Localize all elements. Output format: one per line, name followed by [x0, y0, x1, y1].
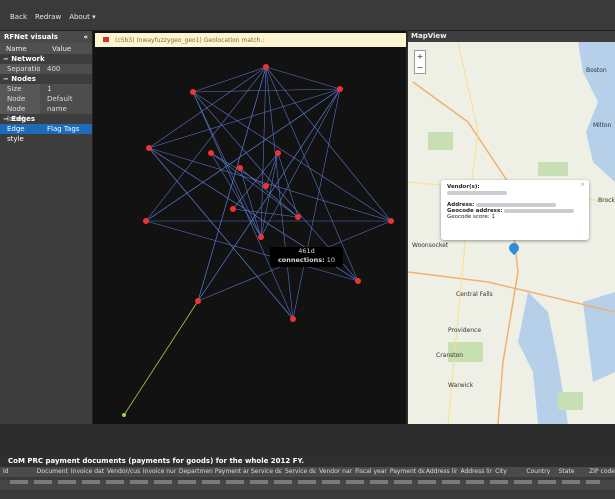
- map-view[interactable]: MapView Boston Milton Brockton Woonsocke…: [408, 31, 615, 424]
- top-toolbar: Back Redraw About ▾: [0, 0, 615, 31]
- col-zip[interactable]: ZIP code: [586, 467, 615, 477]
- table-header: Id Document Invoice dat Vendor/cus Invoi…: [0, 467, 615, 477]
- zoom-in-button[interactable]: +: [415, 51, 425, 62]
- group-network[interactable]: − Network: [0, 54, 92, 64]
- map-popup: × Vendor(s): Address: Geocode address: G…: [441, 180, 589, 240]
- prop-key: Edge style: [0, 124, 40, 143]
- col-payment-ar[interactable]: Payment ar: [212, 467, 249, 477]
- col-address-1[interactable]: Address lir: [423, 467, 458, 477]
- prop-value[interactable]: Flag Tags: [40, 124, 92, 134]
- popup-geocode-score: Geocode score: 1: [447, 214, 495, 220]
- graph-canvas[interactable]: [93, 31, 406, 424]
- prop-value[interactable]: 1: [40, 84, 92, 94]
- col-service-d2[interactable]: Service dε: [282, 467, 316, 477]
- col-country[interactable]: Country: [523, 467, 555, 477]
- group-nodes[interactable]: − Nodes: [0, 74, 92, 84]
- prop-separation[interactable]: Separation 400: [0, 64, 92, 74]
- map-header: MapView: [408, 31, 615, 42]
- tooltip-node-id: 461d: [298, 247, 315, 255]
- map-label-woonsocket: Woonsocket: [412, 242, 449, 249]
- close-icon[interactable]: ×: [580, 182, 585, 188]
- column-headers: Name Value: [0, 43, 92, 54]
- back-button[interactable]: Back: [10, 13, 27, 21]
- about-menu[interactable]: About ▾: [69, 13, 95, 21]
- map-label-providence: Providence: [448, 327, 481, 334]
- map-label-milton: Milton: [593, 122, 612, 129]
- prop-key: Node label: [0, 104, 40, 123]
- col-vendor-cus[interactable]: Vendor/cus: [104, 467, 140, 477]
- redraw-button[interactable]: Redraw: [35, 13, 61, 21]
- prop-style[interactable]: Node styleDefault: [0, 94, 92, 113]
- col-payment-d[interactable]: Payment dε: [387, 467, 425, 477]
- panel-title: RFNet visuals: [4, 33, 58, 41]
- map-label-boston: Boston: [586, 67, 607, 74]
- connections-count: 10: [326, 256, 336, 264]
- group-edges[interactable]: − Edges: [0, 114, 92, 124]
- table-title: CoM PRC payment documents (payments for …: [0, 455, 615, 467]
- map-label-central-falls: Central Falls: [456, 291, 493, 298]
- network-graph[interactable]: [93, 31, 406, 424]
- col-service-d1[interactable]: Service dε: [248, 467, 282, 477]
- col-address-2[interactable]: Address lir: [457, 467, 492, 477]
- col-department[interactable]: Departmen: [176, 467, 213, 477]
- collapse-icon[interactable]: «: [83, 33, 88, 41]
- panel-header: RFNet visuals «: [0, 31, 92, 43]
- geolocation-notice: (c5b3) (nwayfuzzygeo_geo1) Geolocation m…: [95, 33, 406, 47]
- prop-key: Size factor: [0, 84, 40, 103]
- connections-label: connections:: [277, 256, 325, 264]
- prop-value[interactable]: 400: [40, 64, 92, 74]
- prop-key: Node style: [0, 94, 40, 113]
- popup-vendor-redacted: [447, 190, 583, 196]
- map-label-cranston: Cranston: [436, 352, 463, 359]
- col-id[interactable]: Id: [0, 467, 34, 477]
- tooltip-connections: connections: 10: [270, 256, 343, 265]
- col-vendor-name[interactable]: Vendor nar: [316, 467, 352, 477]
- col-fiscal-year[interactable]: Fiscal year: [352, 467, 387, 477]
- prop-label[interactable]: Node labelname: [0, 104, 92, 123]
- col-invoice-num[interactable]: Invoice nur: [140, 467, 176, 477]
- prop-size[interactable]: Size factor1: [0, 84, 92, 103]
- col-name: Name: [6, 44, 27, 53]
- col-invoice-date[interactable]: Invoice dat: [68, 467, 104, 477]
- col-document[interactable]: Document: [34, 467, 68, 477]
- col-city[interactable]: City: [492, 467, 523, 477]
- map-label-warwick: Warwick: [448, 382, 474, 389]
- prop-value[interactable]: name: [40, 104, 92, 114]
- col-value: Value: [52, 44, 72, 53]
- col-state[interactable]: State: [556, 467, 587, 477]
- redacted-row-content: [10, 480, 600, 484]
- prop-edge-style[interactable]: Edge style Flag Tags: [0, 124, 92, 143]
- property-panel: RFNet visuals « Name Value − Network Sep…: [0, 31, 93, 424]
- map-zoom-control: + −: [414, 50, 426, 74]
- prop-key: Separation: [0, 64, 45, 74]
- flag-icon: [103, 37, 109, 42]
- toolbar-menu: Back Redraw About ▾: [10, 13, 96, 21]
- data-table-panel: CoM PRC payment documents (payments for …: [0, 455, 615, 499]
- prop-value[interactable]: Default: [40, 94, 92, 104]
- map-label-brockton: Brockton: [598, 197, 615, 204]
- table-row[interactable]: [0, 480, 615, 490]
- node-tooltip: 461d connections: 10: [270, 247, 343, 267]
- notice-text: (c5b3) (nwayfuzzygeo_geo1) Geolocation m…: [115, 36, 265, 44]
- zoom-out-button[interactable]: −: [415, 62, 425, 73]
